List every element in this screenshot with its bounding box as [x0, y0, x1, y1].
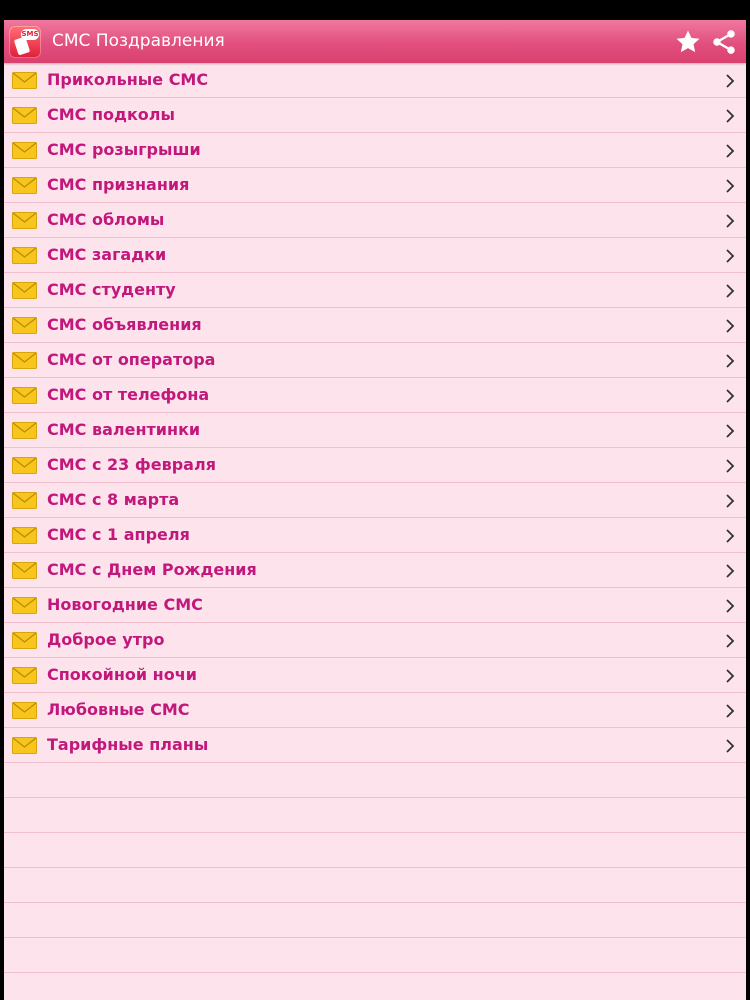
list-item-label: Тарифные планы [47, 735, 209, 754]
list-item[interactable]: СМС с 8 марта [4, 483, 746, 518]
list-item[interactable]: СМС от телефона [4, 378, 746, 413]
sms-bubble-icon: SMS [21, 29, 39, 40]
chevron-right-icon [726, 74, 735, 88]
list-item-label: СМС объявления [47, 315, 202, 334]
list-item[interactable]: СМС подколы [4, 98, 746, 133]
list-item-label: Прикольные СМС [47, 70, 209, 89]
star-icon [676, 30, 700, 53]
chevron-right-icon [726, 109, 735, 123]
envelope-icon [12, 142, 37, 159]
list-item[interactable]: СМС от оператора [4, 343, 746, 378]
chevron-right-icon [726, 354, 735, 368]
list-item[interactable]: СМС с Днем Рождения [4, 553, 746, 588]
chevron-right-icon [726, 634, 735, 648]
list-item[interactable]: СМС студенту [4, 273, 746, 308]
list-item-label: СМС признания [47, 175, 190, 194]
list-item-label: Новогодние СМС [47, 595, 203, 614]
envelope-icon [12, 72, 37, 89]
list-item[interactable]: СМС розыгрыши [4, 133, 746, 168]
envelope-icon [12, 457, 37, 474]
empty-list-row [4, 868, 746, 903]
envelope-icon [12, 702, 37, 719]
envelope-icon [12, 562, 37, 579]
list-item-label: СМС с 23 февраля [47, 455, 216, 474]
envelope-icon [12, 107, 37, 124]
chevron-right-icon [726, 179, 735, 193]
list-item[interactable]: СМС с 1 апреля [4, 518, 746, 553]
chevron-right-icon [726, 424, 735, 438]
envelope-icon [12, 352, 37, 369]
action-bar: SMS СМС Поздравления [4, 20, 746, 63]
list-item-label: СМС с Днем Рождения [47, 560, 257, 579]
list-item[interactable]: СМС с 23 февраля [4, 448, 746, 483]
empty-list-row [4, 903, 746, 938]
list-item-label: Спокойной ночи [47, 665, 197, 684]
chevron-right-icon [726, 494, 735, 508]
share-icon [713, 30, 735, 54]
list-item[interactable]: СМС объявления [4, 308, 746, 343]
envelope-icon [12, 597, 37, 614]
list-item-label: СМС с 8 марта [47, 490, 180, 509]
app-title: СМС Поздравления [52, 31, 225, 51]
list-item-label: СМС от телефона [47, 385, 210, 404]
chevron-right-icon [726, 214, 735, 228]
list-item[interactable]: СМС обломы [4, 203, 746, 238]
list-item-label: Любовные СМС [47, 700, 190, 719]
system-status-bar [0, 0, 750, 20]
chevron-right-icon [726, 704, 735, 718]
chevron-right-icon [726, 144, 735, 158]
list-item[interactable]: Спокойной ночи [4, 658, 746, 693]
list-item-label: СМС от оператора [47, 350, 216, 369]
list-item-label: СМС обломы [47, 210, 165, 229]
chevron-right-icon [726, 564, 735, 578]
chevron-right-icon [726, 739, 735, 753]
list-item[interactable]: СМС валентинки [4, 413, 746, 448]
chevron-right-icon [726, 389, 735, 403]
empty-list-row [4, 798, 746, 833]
envelope-icon [12, 492, 37, 509]
empty-list-row [4, 763, 746, 798]
envelope-icon [12, 527, 37, 544]
chevron-right-icon [726, 319, 735, 333]
envelope-icon [12, 632, 37, 649]
app-window: SMS СМС Поздравления Прикольные СМС СМС … [4, 20, 746, 1000]
favorite-button[interactable] [674, 28, 702, 56]
list-item[interactable]: Тарифные планы [4, 728, 746, 763]
chevron-right-icon [726, 529, 735, 543]
list-item-label: СМС подколы [47, 105, 175, 124]
envelope-icon [12, 667, 37, 684]
chevron-right-icon [726, 599, 735, 613]
category-list: Прикольные СМС СМС подколы СМС розыгрыши… [4, 63, 746, 973]
envelope-icon [12, 422, 37, 439]
envelope-icon [12, 177, 37, 194]
list-item-label: СМС студенту [47, 280, 176, 299]
empty-list-row [4, 833, 746, 868]
envelope-icon [12, 387, 37, 404]
chevron-right-icon [726, 249, 735, 263]
envelope-icon [12, 247, 37, 264]
chevron-right-icon [726, 459, 735, 473]
list-item-label: СМС с 1 апреля [47, 525, 190, 544]
chevron-right-icon [726, 284, 735, 298]
share-button[interactable] [710, 28, 738, 56]
list-item-label: Доброе утро [47, 630, 165, 649]
list-item-label: СМС розыгрыши [47, 140, 201, 159]
envelope-icon [12, 212, 37, 229]
empty-list-row [4, 938, 746, 973]
list-item[interactable]: СМС признания [4, 168, 746, 203]
list-item-label: СМС загадки [47, 245, 167, 264]
list-item[interactable]: Прикольные СМС [4, 63, 746, 98]
envelope-icon [12, 317, 37, 334]
chevron-right-icon [726, 669, 735, 683]
list-item[interactable]: СМС загадки [4, 238, 746, 273]
envelope-icon [12, 737, 37, 754]
list-item[interactable]: Доброе утро [4, 623, 746, 658]
list-item-label: СМС валентинки [47, 420, 201, 439]
list-item[interactable]: Новогодние СМС [4, 588, 746, 623]
list-item[interactable]: Любовные СМС [4, 693, 746, 728]
sms-app-icon[interactable]: SMS [9, 26, 41, 58]
envelope-icon [12, 282, 37, 299]
